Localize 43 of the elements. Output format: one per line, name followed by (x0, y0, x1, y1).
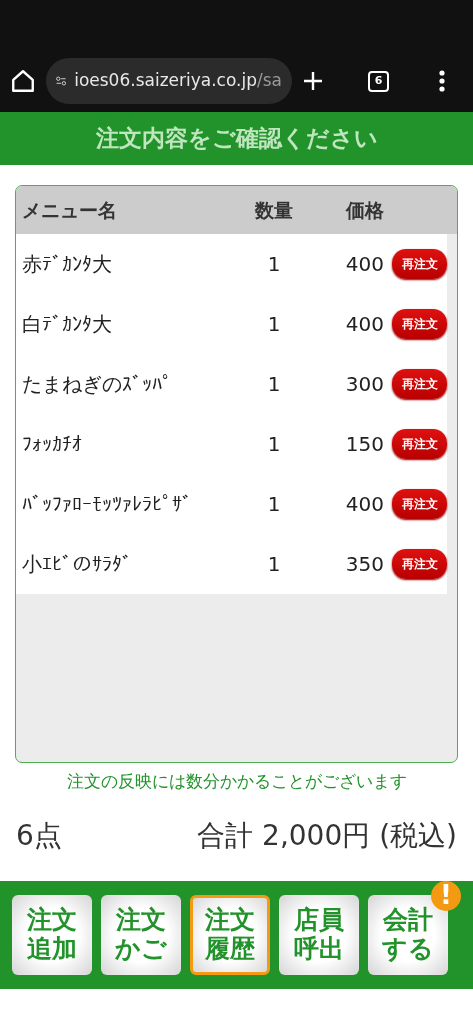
reorder-button[interactable]: 再注文 (392, 489, 447, 519)
item-name: ﾌｫｯｶﾁｵ (21, 431, 83, 458)
price-cell-text: 400 (344, 251, 384, 278)
new-tab-icon[interactable] (302, 70, 324, 92)
reorder-button[interactable]: 再注文 (392, 309, 447, 339)
nav-button[interactable]: 店員呼出 (279, 894, 359, 975)
price-cell-text: 350 (344, 551, 384, 578)
reorder-button[interactable]: 再注文 (392, 549, 447, 579)
item-name: ﾊﾞｯﾌｧﾛｰﾓｯﾂｧﾚﾗﾋﾟｻﾞ (21, 491, 193, 518)
site-settings-icon[interactable] (56, 73, 67, 89)
page-title: 注文内容をご確認ください (95, 124, 378, 154)
total-price: 合計 2,000円 (税込) (197, 817, 457, 854)
item-name: 赤ﾃﾞｶﾝﾀ大 (21, 251, 113, 278)
nav-button[interactable]: 注文履歴 (190, 894, 270, 975)
price-cell-text: 400 (344, 491, 384, 518)
column-header: 価格 (344, 197, 384, 223)
item-count: 6点 (16, 817, 62, 854)
price-cell-text: 300 (344, 371, 384, 398)
quantity-cell-text: 1 (266, 311, 282, 338)
menu-icon[interactable] (439, 70, 445, 92)
alert-badge: ! (431, 880, 461, 911)
quantity-cell-text: 1 (266, 431, 282, 458)
column-header: メニュー名 (21, 197, 118, 223)
price-cell-text: 400 (344, 311, 384, 338)
reorder-button[interactable]: 再注文 (392, 429, 447, 459)
item-name: たまねぎのｽﾞｯﾊﾟ (21, 371, 173, 398)
address-bar[interactable]: ioes06.saizeriya.co.jp/sa (46, 58, 292, 104)
column-header: 数量 (254, 197, 294, 223)
item-name: 白ﾃﾞｶﾝﾀ大 (21, 311, 113, 338)
quantity-cell-text: 1 (266, 491, 282, 518)
nav-button[interactable]: 注文追加 (12, 894, 92, 975)
price-cell-text: 150 (344, 431, 384, 458)
nav-button[interactable]: 注文かご (101, 894, 181, 975)
quantity-cell-text: 1 (266, 251, 282, 278)
tab-count-button[interactable]: 6 (368, 70, 389, 92)
notice-text: 注文の反映には数分かかることがございます (65, 770, 408, 793)
item-name: 小ｴﾋﾞのｻﾗﾀﾞ (21, 551, 133, 578)
reorder-button[interactable]: 再注文 (392, 369, 447, 399)
reorder-button[interactable]: 再注文 (392, 249, 447, 279)
quantity-cell-text: 1 (266, 551, 282, 578)
home-icon[interactable] (10, 68, 36, 94)
url-text: ioes06.saizeriya.co.jp/sa (74, 69, 282, 93)
quantity-cell-text: 1 (266, 371, 282, 398)
